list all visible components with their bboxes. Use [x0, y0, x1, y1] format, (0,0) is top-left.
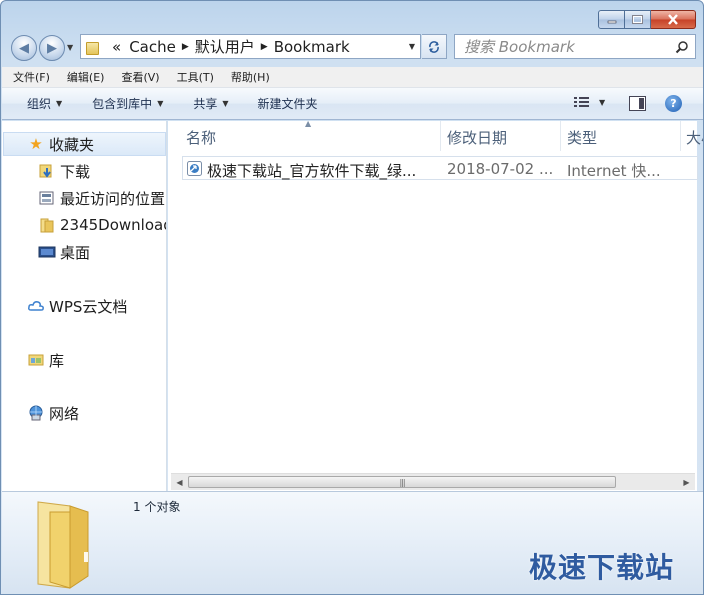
share-label: 共享	[193, 97, 218, 111]
scrollbar-thumb[interactable]: |||	[188, 476, 616, 488]
file-name: 极速下载站_官方软件下载_绿...	[207, 162, 417, 180]
nav-item-recent-places[interactable]: 最近访问的位置	[38, 186, 165, 210]
file-modified: 2018-07-02 ...	[447, 160, 554, 178]
breadcrumb-cache[interactable]: Cache	[125, 38, 180, 56]
file-type: Internet 快...	[567, 162, 661, 180]
scroll-right-icon[interactable]: ▶	[678, 474, 695, 491]
search-icon[interactable]	[675, 40, 689, 54]
recent-places-icon	[39, 191, 54, 205]
folder-icon	[40, 218, 54, 233]
search-box[interactable]	[454, 34, 696, 59]
chevron-down-icon: ▼	[599, 97, 606, 107]
breadcrumb-separator-icon[interactable]: ▶	[259, 42, 270, 52]
chevron-down-icon: ▼	[157, 99, 164, 108]
menu-tools[interactable]: 工具(T)	[171, 69, 220, 85]
forward-button[interactable]: ▶	[39, 35, 65, 61]
refresh-icon	[429, 40, 439, 53]
help-icon[interactable]: ?	[665, 95, 682, 112]
nav-item-downloads[interactable]: 下载	[38, 159, 90, 183]
recent-pages-dropdown[interactable]: ▼	[67, 43, 73, 52]
maximize-icon	[632, 15, 643, 24]
include-in-library-button[interactable]: 包含到库中 ▼	[92, 95, 163, 112]
cloud-icon	[28, 301, 44, 311]
forward-arrow-icon: ▶	[47, 40, 57, 56]
column-divider[interactable]	[560, 121, 561, 151]
nav-libraries[interactable]: 库	[27, 348, 64, 372]
column-size[interactable]: 大小	[686, 127, 703, 148]
nav-item-label: 2345Downloads	[60, 216, 166, 234]
column-modified[interactable]: 修改日期	[447, 127, 507, 148]
close-button[interactable]	[651, 10, 696, 29]
new-folder-button[interactable]: 新建文件夹	[258, 95, 318, 112]
command-bar: 组织 ▼ 包含到库中 ▼ 共享 ▼ 新建文件夹 ▼ ?	[2, 88, 703, 120]
back-arrow-icon: ◀	[19, 40, 29, 56]
nav-libraries-label: 库	[49, 351, 65, 370]
scroll-left-icon[interactable]: ◀	[171, 474, 188, 491]
preview-pane-icon	[629, 96, 646, 111]
menu-view[interactable]: 查看(V)	[115, 69, 165, 85]
view-list-icon	[574, 97, 589, 107]
include-library-label: 包含到库中	[92, 97, 153, 111]
refresh-button[interactable]	[422, 34, 447, 59]
chevron-down-icon: ▼	[222, 99, 229, 108]
nav-wps-cloud[interactable]: WPS云文档	[27, 294, 127, 318]
change-view-button[interactable]: ▼	[574, 96, 605, 108]
explorer-window: ◀ ▶ ▼ « Cache ▶ 默认用户 ▶ Bookmark ▼ 文件(F) …	[0, 0, 704, 595]
menu-help[interactable]: 帮助(H)	[225, 69, 276, 85]
address-dropdown-icon[interactable]: ▼	[409, 42, 415, 51]
search-input[interactable]	[455, 37, 665, 56]
back-button[interactable]: ◀	[11, 35, 37, 61]
desktop-icon	[38, 246, 56, 258]
organize-label: 组织	[27, 97, 52, 111]
column-headers: ▲ 名称 修改日期 类型 大小	[168, 119, 703, 151]
column-type[interactable]: 类型	[567, 127, 597, 148]
folder-icon	[86, 40, 102, 55]
menu-edit[interactable]: 编辑(E)	[61, 69, 111, 85]
nav-network-label: 网络	[49, 404, 80, 423]
maximize-button[interactable]	[625, 10, 651, 29]
nav-item-label: 桌面	[60, 243, 91, 262]
navigation-pane: ★ 收藏夹 下载 最近访问的位置 2345Downloads 桌面 WPS云文档…	[2, 121, 167, 491]
address-bar[interactable]: « Cache ▶ 默认用户 ▶ Bookmark ▼	[80, 34, 421, 59]
sort-ascending-icon: ▲	[305, 119, 312, 128]
large-folder-icon	[37, 501, 89, 589]
column-divider[interactable]	[440, 121, 441, 151]
nav-item-2345downloads[interactable]: 2345Downloads	[38, 213, 166, 237]
menu-file[interactable]: 文件(F)	[7, 69, 56, 85]
chevron-down-icon: ▼	[56, 99, 63, 108]
file-list: ▲ 名称 修改日期 类型 大小 极速下载站_官方软件下载_绿... 2018-0…	[168, 119, 703, 491]
breadcrumb-default-user[interactable]: 默认用户	[191, 36, 259, 57]
table-row[interactable]: 极速下载站_官方软件下载_绿... 2018-07-02 ... Interne…	[182, 156, 698, 180]
details-pane: 1 个对象 极速下载站	[2, 491, 703, 594]
horizontal-scrollbar[interactable]: ◀ ||| ▶	[171, 473, 695, 490]
share-button[interactable]: 共享 ▼	[193, 95, 228, 112]
watermark-logo: 极速下载站	[529, 551, 675, 584]
organize-button[interactable]: 组织 ▼	[27, 95, 62, 112]
caption-buttons	[598, 10, 696, 29]
close-icon	[668, 14, 678, 25]
network-icon	[29, 405, 43, 421]
minimize-icon	[607, 20, 616, 23]
nav-favorites-label: 收藏夹	[49, 135, 95, 154]
minimize-button[interactable]	[598, 10, 625, 29]
breadcrumb-separator-icon[interactable]: ▶	[180, 42, 191, 52]
preview-pane-button[interactable]	[629, 96, 646, 114]
star-icon: ★	[29, 135, 43, 153]
menu-bar: 文件(F) 编辑(E) 查看(V) 工具(T) 帮助(H)	[2, 67, 703, 88]
nav-item-desktop[interactable]: 桌面	[38, 240, 90, 264]
breadcrumb-bookmark[interactable]: Bookmark	[270, 38, 354, 56]
internet-shortcut-icon	[187, 161, 202, 176]
nav-wps-label: WPS云文档	[49, 297, 128, 316]
column-divider[interactable]	[680, 121, 681, 151]
nav-favorites[interactable]: ★ 收藏夹	[3, 132, 166, 156]
item-count: 1 个对象	[133, 500, 181, 514]
nav-item-label: 最近访问的位置	[60, 189, 166, 208]
library-icon	[28, 354, 44, 366]
nav-item-label: 下载	[60, 162, 91, 181]
downloads-folder-icon	[39, 164, 52, 178]
nav-network[interactable]: 网络	[27, 401, 79, 425]
column-name[interactable]: 名称	[186, 127, 216, 148]
breadcrumb-overflow[interactable]: «	[108, 38, 125, 56]
